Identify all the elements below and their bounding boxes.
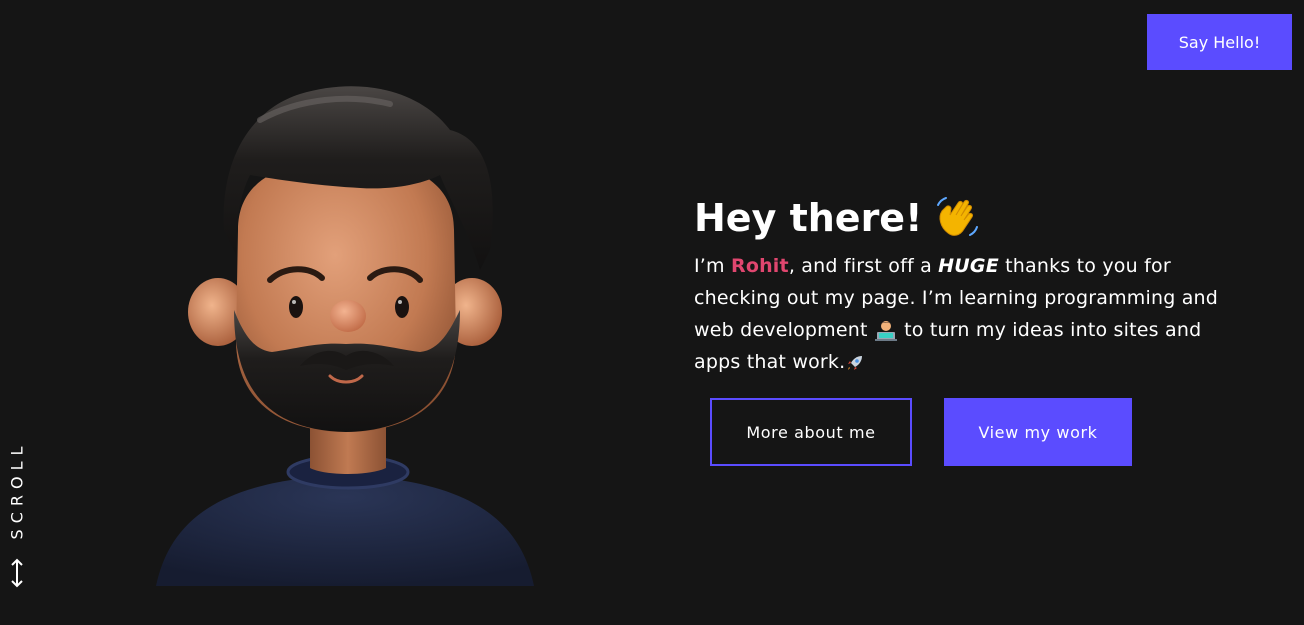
bio-emphasis: HUGE — [938, 255, 999, 277]
intro-section: Hey there! I’m Rohit, and first off a HU… — [694, 190, 1234, 378]
more-about-me-button[interactable]: More about me — [710, 398, 912, 466]
scroll-label: SCROLL — [7, 440, 27, 540]
double-arrow-vertical-icon — [11, 558, 23, 588]
view-my-work-button[interactable]: View my work — [944, 398, 1132, 466]
memoji-avatar — [156, 86, 534, 586]
scroll-indicator[interactable]: SCROLL — [0, 410, 34, 590]
technologist-icon — [874, 320, 897, 341]
waving-hand-icon — [937, 197, 979, 236]
greeting-text: Hey there! — [694, 196, 923, 240]
say-hello-button[interactable]: Say Hello! — [1147, 14, 1292, 70]
bio-prefix: I’m — [694, 255, 731, 277]
bio-name: Rohit — [731, 255, 789, 277]
bio-paragraph: I’m Rohit, and first off a HUGE thanks t… — [694, 250, 1234, 378]
rocket-icon — [848, 355, 863, 370]
greeting-heading: Hey there! — [694, 190, 1234, 246]
bio-after-name: , and first off a — [788, 255, 939, 277]
